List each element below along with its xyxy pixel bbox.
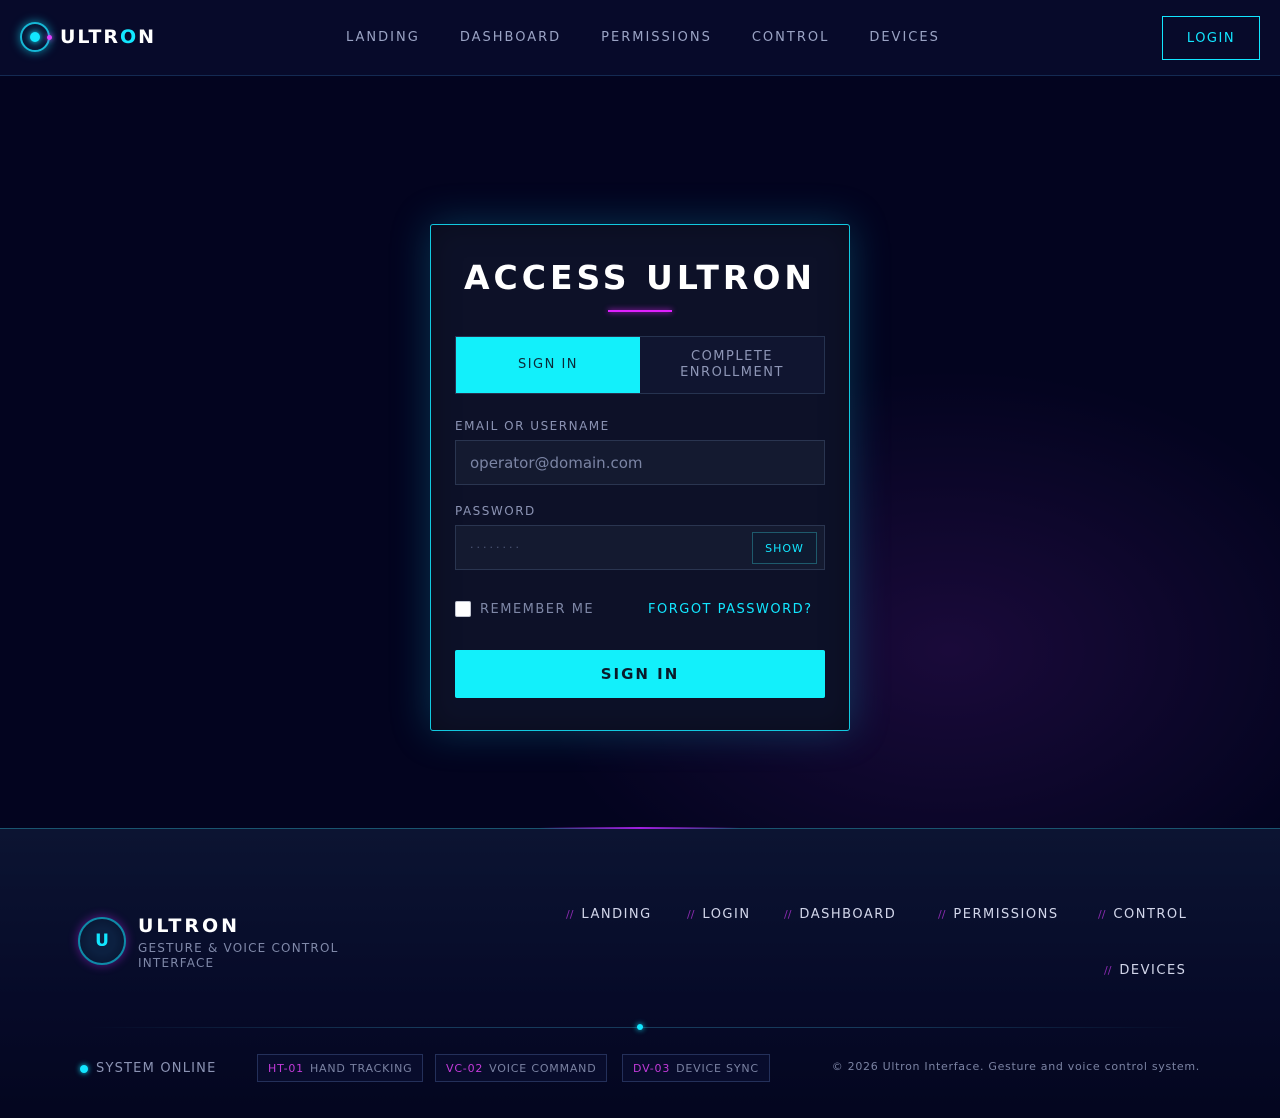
footer-link-control[interactable]: //CONTROL (1098, 907, 1187, 922)
orb-logo-icon (20, 22, 52, 52)
brand-logo[interactable]: ULTRON (20, 22, 156, 52)
tab-complete-enrollment[interactable]: COMPLETE ENROLLMENT (640, 337, 824, 393)
system-status: SYSTEM ONLINE (80, 1061, 217, 1076)
footer-link-dashboard[interactable]: //DASHBOARD (784, 907, 896, 922)
remember-me: REMEMBER ME (455, 601, 594, 617)
sign-in-button[interactable]: SIGN IN (455, 650, 825, 698)
nav-link-control[interactable]: CONTROL (752, 30, 829, 45)
password-field[interactable]: ········ SHOW (455, 525, 825, 570)
password-mask: ········ (470, 541, 522, 554)
badge-hand-tracking: HT-01 HAND TRACKING (257, 1054, 424, 1082)
status-online-icon (80, 1064, 88, 1073)
main-nav: LANDING DASHBOARD PERMISSIONS CONTROL DE… (346, 30, 940, 45)
nav-link-landing[interactable]: LANDING (346, 30, 420, 45)
brand-name: ULTRON (60, 26, 157, 48)
divider-dot (637, 1024, 643, 1030)
auth-tabs: SIGN IN COMPLETE ENROLLMENT (455, 336, 825, 394)
card-title: ACCESS ULTRON (463, 258, 816, 297)
badge-voice-command: VC-02 VOICE COMMAND (435, 1054, 608, 1082)
remember-me-checkbox[interactable] (455, 601, 471, 617)
footer-link-login[interactable]: //LOGIN (687, 907, 751, 922)
copyright: © 2026 Ultron Interface. Gesture and voi… (831, 1060, 1200, 1073)
header-login-button[interactable]: LOGIN (1162, 16, 1260, 60)
show-password-button[interactable]: SHOW (752, 532, 817, 564)
status-text: SYSTEM ONLINE (96, 1061, 217, 1076)
email-label: EMAIL OR USERNAME (455, 419, 610, 433)
nav-link-permissions[interactable]: PERMISSIONS (601, 30, 712, 45)
footer-logo-icon: U (78, 917, 126, 965)
title-underline (608, 310, 672, 312)
footer-brand-name: ULTRON (138, 915, 241, 937)
footer-tagline: GESTURE & VOICE CONTROL INTERFACE (138, 941, 339, 970)
footer-link-permissions[interactable]: //PERMISSIONS (938, 907, 1059, 922)
password-label: PASSWORD (455, 504, 536, 518)
email-field[interactable]: operator@domain.com (455, 440, 825, 485)
tab-sign-in[interactable]: SIGN IN (456, 337, 640, 393)
forgot-password-link[interactable]: FORGOT PASSWORD? (648, 602, 813, 617)
nav-link-devices[interactable]: DEVICES (869, 30, 940, 45)
footer-link-devices[interactable]: //DEVICES (1104, 963, 1186, 978)
nav-link-dashboard[interactable]: DASHBOARD (460, 30, 561, 45)
footer-glow (540, 827, 740, 829)
badge-device-sync: DV-03 DEVICE SYNC (622, 1054, 770, 1082)
footer-link-landing[interactable]: //LANDING (566, 907, 652, 922)
top-navigation-bar: ULTRON LANDING DASHBOARD PERMISSIONS CON… (0, 0, 1280, 76)
remember-me-label: REMEMBER ME (480, 601, 595, 617)
